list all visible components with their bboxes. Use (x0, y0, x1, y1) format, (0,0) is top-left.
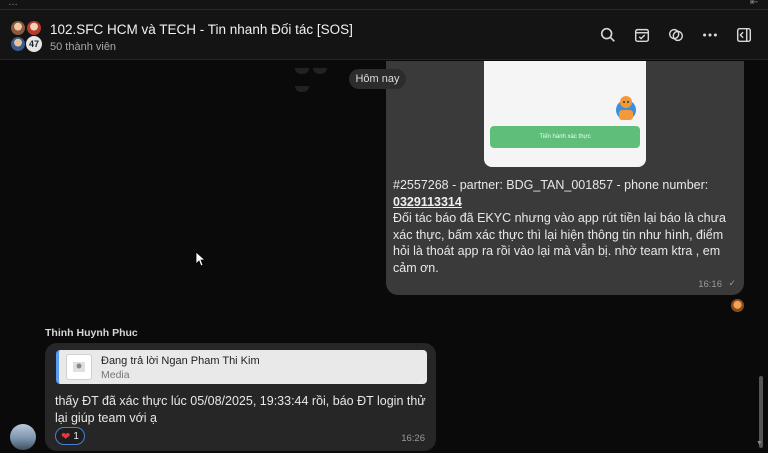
date-separator: Hôm nay (349, 69, 406, 89)
more-icon[interactable] (700, 25, 720, 45)
message-image[interactable]: Tiến hành xác thực (484, 61, 646, 167)
group-avatar[interactable]: 47 (10, 20, 44, 54)
reply-thumbnail (66, 354, 92, 380)
sender-name[interactable]: Thinh Huynh Phuc (45, 327, 138, 339)
scroll-down-icon[interactable]: ▼ (756, 440, 763, 447)
member-count-badge: 47 (26, 36, 42, 52)
reaction-count: 1 (73, 430, 79, 442)
chat-title[interactable]: 102.SFC HCM và TECH - Tin nhanh Đối tác … (50, 22, 353, 37)
message-time: 16:16 (698, 279, 722, 290)
previous-reactions (295, 61, 345, 92)
heart-icon: ❤ (61, 430, 71, 443)
member-avatar (10, 36, 26, 52)
message-list[interactable]: Tiến hành xác thực #2557268 - partner: B… (0, 61, 768, 453)
reply-subtitle: Media (101, 369, 130, 381)
header-actions (598, 25, 754, 45)
message-time: 16:26 (401, 433, 425, 444)
verify-button-image: Tiến hành xác thực (490, 126, 640, 148)
ellipsis-icon: … (8, 0, 18, 8)
back-arrow-icon: ⇤ (750, 0, 759, 8)
sender-avatar[interactable] (10, 424, 36, 450)
seen-avatar (731, 299, 744, 312)
window-top-strip: … ⇤ (0, 0, 768, 10)
phone-link[interactable]: 0329113314 (393, 194, 733, 211)
reaction-chip[interactable]: ❤ 1 (55, 427, 85, 445)
member-avatar (10, 20, 26, 36)
chat-header: 47 102.SFC HCM và TECH - Tin nhanh Đối t… (0, 10, 768, 60)
scrollbar[interactable] (759, 376, 763, 448)
outgoing-message[interactable]: Tiến hành xác thực #2557268 - partner: B… (386, 61, 744, 295)
message-text: thấy ĐT đã xác thực lúc 05/08/2025, 19:3… (55, 394, 426, 425)
incoming-message[interactable]: Đang trả lời Ngan Pham Thi Kim Media thấ… (45, 343, 436, 451)
sent-check-icon: ✓ (728, 278, 736, 288)
message-text: #2557268 - partner: BDG_TAN_001857 - pho… (393, 177, 733, 276)
member-avatar (26, 20, 42, 36)
mouse-cursor-icon (195, 251, 205, 267)
calendar-check-icon[interactable] (632, 25, 652, 45)
message-line: #2557268 - partner: BDG_TAN_001857 - pho… (393, 178, 709, 192)
member-count[interactable]: 50 thành viên (50, 41, 116, 53)
search-icon[interactable] (598, 25, 618, 45)
reply-title: Đang trả lời Ngan Pham Thi Kim (101, 355, 260, 367)
reply-quote[interactable]: Đang trả lời Ngan Pham Thi Kim Media (56, 350, 427, 384)
sidebar-toggle-icon[interactable] (734, 25, 754, 45)
message-line: Đối tác báo đã EKYC nhưng vào app rút ti… (393, 211, 726, 275)
mascot-icon (616, 96, 636, 120)
swirl-icon[interactable] (666, 25, 686, 45)
